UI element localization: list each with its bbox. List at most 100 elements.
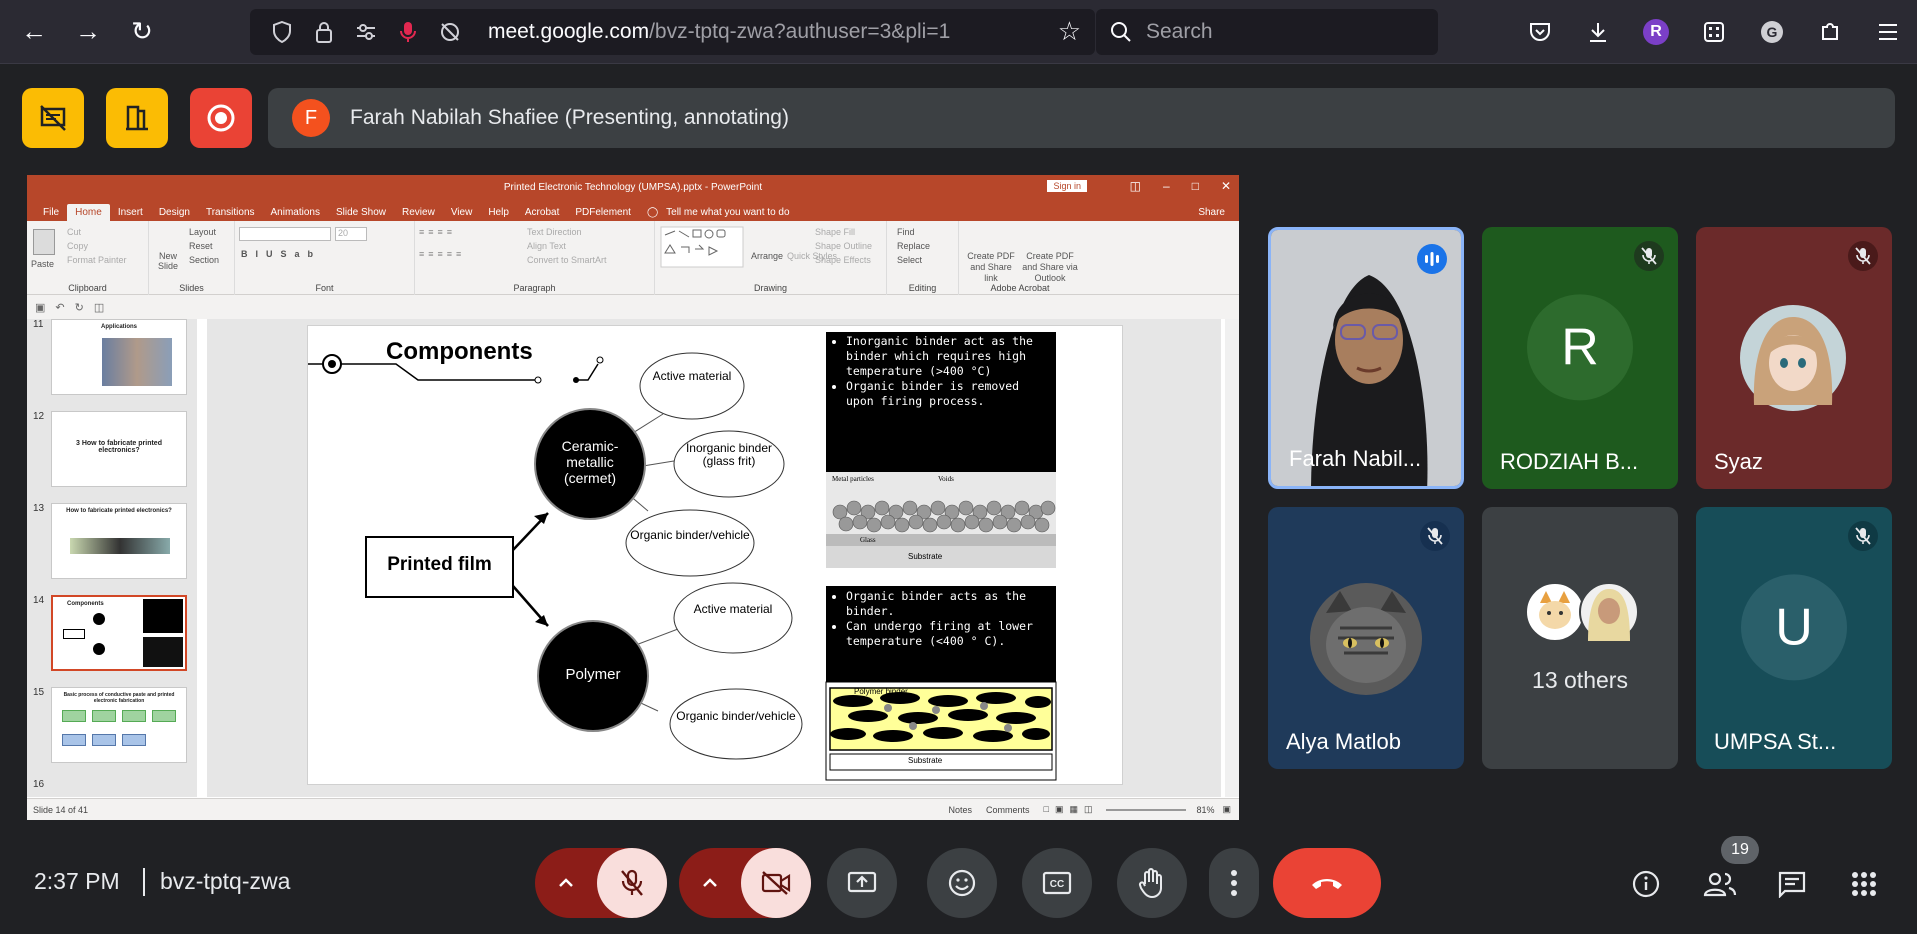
browser-toolbar: ← → ↻ meet.google.com/bvz-tptq-zwa?authu…	[0, 0, 1917, 64]
group-label: Paragraph	[513, 283, 556, 293]
chat-button[interactable]	[1772, 864, 1812, 904]
profile-avatar[interactable]: R	[1627, 19, 1685, 45]
extension-grid-icon[interactable]	[1685, 21, 1743, 43]
meeting-info-button[interactable]	[1626, 864, 1666, 904]
ppt-sign-in-button: Sign in	[1047, 180, 1087, 192]
slide-editing-area: Components Printed film Ceramic-metallic…	[207, 319, 1221, 797]
people-button[interactable]	[1700, 864, 1740, 904]
present-screen-icon	[847, 871, 877, 893]
format-painter-label: Format Painter	[67, 255, 127, 265]
mic-options-chevron-icon[interactable]	[535, 848, 597, 918]
maximize-icon: □	[1191, 179, 1199, 193]
polymer-label: Polymer	[565, 666, 621, 683]
camera-blocked-icon[interactable]	[434, 16, 466, 48]
shield-icon[interactable]	[266, 16, 298, 48]
ribbon-group-drawing: Arrange Quick Styles Shape Fill Shape Ou…	[655, 221, 887, 295]
camera-options-chevron-icon[interactable]	[679, 848, 741, 918]
mic-off-icon	[621, 869, 643, 896]
convert-smartart-label: Convert to SmartArt	[527, 255, 607, 265]
participant-tile-alya[interactable]: Alya Matlob	[1268, 507, 1464, 769]
meeting-time: 2:37 PM	[34, 868, 120, 894]
stop-presentation-button[interactable]	[22, 88, 84, 148]
ppt-status-bar: Slide 14 of 41 Notes Comments □▣▦◫ 81% ▣	[27, 798, 1239, 820]
raise-hand-button[interactable]	[1117, 848, 1187, 918]
close-icon: ✕	[1220, 179, 1231, 193]
font-size-box: 20	[335, 227, 367, 241]
reset-label: Reset	[189, 241, 213, 251]
font-name-box	[239, 227, 331, 241]
printed-film-label: Printed film	[387, 554, 492, 575]
inorganic-binder-label: Inorganic binder (glass frit)	[685, 441, 773, 468]
microphone-active-icon[interactable]	[392, 16, 424, 48]
group-label: Editing	[908, 283, 937, 293]
reload-icon[interactable]: ↻	[122, 12, 162, 52]
participant-tile-syaz[interactable]: Syaz	[1696, 227, 1892, 489]
extensions-puzzle-icon[interactable]	[1801, 21, 1859, 43]
minimize-icon: –	[1163, 179, 1170, 193]
lock-icon[interactable]	[308, 16, 340, 48]
presenter-avatar: F	[292, 99, 330, 137]
leave-call-button[interactable]	[1273, 848, 1381, 918]
activities-button[interactable]	[1844, 864, 1884, 904]
more-options-button[interactable]	[1209, 848, 1259, 918]
companion-mode-button[interactable]	[106, 88, 168, 148]
mic-toggle-button[interactable]	[597, 848, 667, 918]
participant-avatar-image	[1310, 583, 1422, 695]
participant-count-badge: 19	[1721, 836, 1759, 864]
undo-icon: ↶	[55, 301, 65, 314]
slide-number: 14	[33, 595, 45, 606]
others-avatar-2	[1579, 582, 1639, 642]
url-bar[interactable]: meet.google.com/bvz-tptq-zwa?authuser=3&…	[250, 9, 1095, 55]
group-label: Drawing	[753, 283, 787, 293]
comments-button: Comments	[986, 804, 1030, 815]
more-vert-icon	[1231, 870, 1237, 896]
participant-name: Syaz	[1714, 449, 1763, 474]
participant-tile-umpsa[interactable]: U UMPSA St...	[1696, 507, 1892, 769]
align-text-label: Align Text	[527, 241, 566, 251]
slide-number: 11	[33, 319, 44, 330]
grammarly-icon[interactable]: G	[1743, 20, 1801, 44]
bullet: Inorganic binder act as the binder which…	[846, 334, 1052, 379]
menu-hamburger-icon[interactable]	[1859, 23, 1917, 41]
fit-slide-icon: ▣	[1222, 804, 1231, 814]
thumbnail-caption: Applications	[100, 324, 137, 330]
pocket-icon[interactable]	[1511, 22, 1569, 42]
permissions-icon[interactable]	[350, 16, 382, 48]
ribbon-group-clipboard: Paste Cut Copy Format Painter Clipboard	[27, 221, 149, 295]
participant-name: Alya Matlob	[1286, 729, 1401, 754]
presenter-label: Farah Nabilah Shafiee (Presenting, annot…	[350, 106, 789, 129]
forward-arrow-icon[interactable]: →	[68, 12, 108, 52]
captions-button[interactable]: CC	[1022, 848, 1092, 918]
search-bar[interactable]: Search	[1096, 9, 1438, 55]
camera-toggle-button[interactable]	[741, 848, 811, 918]
back-arrow-icon[interactable]: ←	[14, 12, 54, 52]
cermet-label: Ceramic-metallic (cermet)	[561, 438, 619, 486]
new-slide-label: New Slide	[157, 251, 178, 271]
group-label: Font	[315, 283, 334, 293]
slide-number: 13	[33, 503, 45, 514]
glass-label: Glass	[860, 536, 876, 544]
ppt-tab: PDFelement	[575, 207, 631, 218]
current-slide: Components Printed film Ceramic-metallic…	[307, 325, 1123, 785]
copy-label: Copy	[67, 241, 89, 251]
speaking-indicator-icon	[1417, 244, 1447, 274]
url-text[interactable]: meet.google.com/bvz-tptq-zwa?authuser=3&…	[488, 20, 950, 44]
present-screen-button[interactable]	[827, 848, 897, 918]
ribbon-display-icon: ◫	[1129, 179, 1141, 193]
divider	[143, 868, 145, 896]
presenter-banner[interactable]: F Farah Nabilah Shafiee (Presenting, ann…	[268, 88, 1895, 148]
participant-tile-others[interactable]: 13 others	[1482, 507, 1678, 769]
download-icon[interactable]	[1569, 21, 1627, 43]
participant-tile-rodziah[interactable]: R RODZIAH B...	[1482, 227, 1678, 489]
slide-number: 15	[33, 687, 45, 698]
participant-name: RODZIAH B...	[1500, 449, 1639, 474]
recording-button[interactable]	[190, 88, 252, 148]
people-icon	[1703, 872, 1737, 897]
emoji-reaction-button[interactable]	[927, 848, 997, 918]
polymer-binder-label: Polymer binder	[854, 687, 908, 696]
ppt-window-controls: ◫ – □ ✕	[1130, 179, 1231, 193]
bullet: Organic binder is removed upon firing pr…	[846, 379, 1052, 409]
bookmark-star-icon[interactable]: ☆	[1058, 16, 1081, 47]
participant-tile-farah[interactable]: Farah Nabil...	[1268, 227, 1464, 489]
hang-up-icon	[1312, 879, 1342, 889]
